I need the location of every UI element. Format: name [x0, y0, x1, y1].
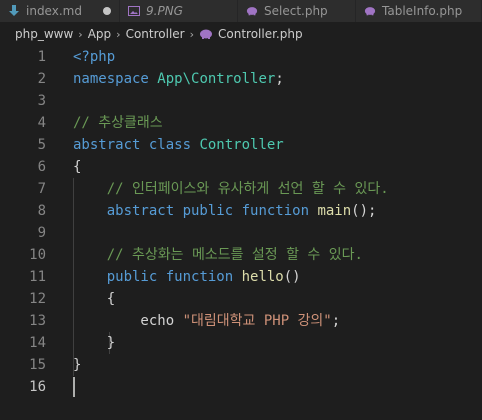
tab-label: index.md [26, 4, 82, 18]
unsaved-dot-icon[interactable] [103, 7, 111, 15]
line-source: // 추상화는 메소드를 설정 할 수 있다. [73, 244, 363, 266]
code-token: "대림대학교 PHP 강의" [182, 313, 332, 329]
line-number: 4 [37, 115, 46, 131]
code-token: ; [331, 313, 341, 329]
code-token: } [73, 357, 82, 373]
line-number: 5 [37, 137, 46, 153]
line-source: // 추상클래스 [73, 112, 163, 134]
code-token: ; [275, 71, 284, 87]
line-number: 14 [29, 335, 46, 351]
line-number: 7 [37, 181, 46, 197]
code-line[interactable]: 5 abstract class Controller [0, 134, 482, 156]
code-token: echo [73, 313, 183, 329]
code-token: function [241, 203, 318, 219]
image-icon [128, 5, 140, 17]
line-number: 15 [29, 357, 46, 373]
code-token: { [73, 291, 116, 307]
breadcrumb-folder-controller[interactable]: Controller [126, 27, 185, 41]
line-source: namespace App\Controller; [73, 68, 284, 90]
code-line[interactable]: 8 abstract public function main(); [0, 200, 482, 222]
line-source: } [73, 354, 81, 376]
line-number: 9 [37, 225, 46, 241]
php-elephant-icon [364, 5, 376, 17]
code-editor: index.md 9.PNG Select.php TableInfo.php … [0, 0, 482, 420]
line-number: 10 [29, 247, 46, 263]
line-number: 13 [29, 313, 46, 329]
php-elephant-icon [246, 5, 258, 17]
line-source: { [73, 288, 115, 310]
code-token: Controller [199, 137, 284, 153]
code-token: function [165, 269, 242, 285]
line-source: abstract public function main(); [73, 200, 377, 222]
line-source: public function hello() [73, 266, 301, 288]
line-number: 8 [37, 203, 46, 219]
code-line[interactable]: 10 // 추상화는 메소드를 설정 할 수 있다. [0, 244, 482, 266]
code-token: { [73, 159, 82, 175]
line-source: { [73, 156, 81, 178]
code-line[interactable]: 2 namespace App\Controller; [0, 68, 482, 90]
breadcrumb: php_www › App › Controller › Controller.… [0, 22, 482, 46]
line-number: 12 [29, 291, 46, 307]
code-token: () [283, 269, 301, 285]
code-line[interactable]: 3 [0, 90, 482, 112]
code-line[interactable]: 9 [0, 222, 482, 244]
code-token: abstract [73, 137, 149, 153]
line-number: 6 [37, 159, 46, 175]
line-source: abstract class Controller [73, 134, 284, 156]
line-source: echo "대림대학교 PHP 강의"; [73, 310, 340, 332]
code-line[interactable]: 15} [0, 354, 482, 376]
code-token: abstract [106, 203, 183, 219]
tab-bar: index.md 9.PNG Select.php TableInfo.php [0, 0, 482, 22]
breadcrumb-root[interactable]: php_www [15, 27, 73, 41]
tab-select-php[interactable]: Select.php [238, 0, 356, 22]
line-number: 16 [29, 379, 46, 395]
code-line[interactable]: 11 public function hello() [0, 266, 482, 288]
tab-label: Select.php [264, 4, 328, 18]
code-token: public [106, 269, 166, 285]
tab-label: 9.PNG [146, 4, 183, 18]
code-token: (); [351, 203, 377, 219]
line-number: 11 [29, 269, 46, 285]
download-arrow-icon [8, 5, 20, 17]
code-token: // 추상클래스 [73, 115, 163, 131]
code-token: namespace [73, 71, 158, 87]
code-line[interactable]: 12 { [0, 288, 482, 310]
code-token: hello [241, 269, 284, 285]
chevron-right-icon: › [189, 27, 194, 41]
line-source: // 인터페이스와 유사하게 선언 할 수 있다. [73, 178, 389, 200]
line-number: 2 [37, 71, 46, 87]
code-line[interactable]: 6{ [0, 156, 482, 178]
line-source: <?php [73, 46, 115, 68]
php-elephant-icon [199, 29, 213, 39]
tab-index-md[interactable]: index.md [0, 0, 120, 22]
tab-tableinfo-php[interactable]: TableInfo.php [356, 0, 482, 22]
code-token: <?php [73, 49, 116, 65]
code-area[interactable]: 1 <?php 2 namespace App\Controller; 3 4 // 추상클… [0, 46, 482, 420]
code-token: // 추상화는 메소드를 설정 할 수 있다. [73, 247, 363, 263]
code-token: public [182, 203, 242, 219]
code-token: App\Controller [157, 71, 276, 87]
line-number: 3 [37, 93, 46, 109]
tab-9-png[interactable]: 9.PNG [120, 0, 238, 22]
text-cursor [73, 377, 75, 397]
chevron-right-icon: › [116, 27, 121, 41]
code-line[interactable]: 14 } [0, 332, 482, 354]
tab-label: TableInfo.php [382, 4, 463, 18]
line-number: 1 [37, 49, 46, 65]
code-token: // 인터페이스와 유사하게 선언 할 수 있다. [73, 181, 389, 197]
chevron-right-icon: › [78, 27, 83, 41]
breadcrumb-file[interactable]: Controller.php [218, 27, 303, 41]
code-line[interactable]: 7 // 인터페이스와 유사하게 선언 할 수 있다. [0, 178, 482, 200]
breadcrumb-folder-app[interactable]: App [88, 27, 111, 41]
code-token: } [73, 335, 116, 351]
line-source: } [73, 332, 115, 354]
code-token: class [148, 137, 200, 153]
code-line[interactable]: 1 <?php [0, 46, 482, 68]
code-line[interactable]: 4 // 추상클래스 [0, 112, 482, 134]
code-line[interactable]: 13 echo "대림대학교 PHP 강의"; [0, 310, 482, 332]
code-line[interactable]: 16 [0, 376, 482, 398]
code-token: main [317, 203, 352, 219]
